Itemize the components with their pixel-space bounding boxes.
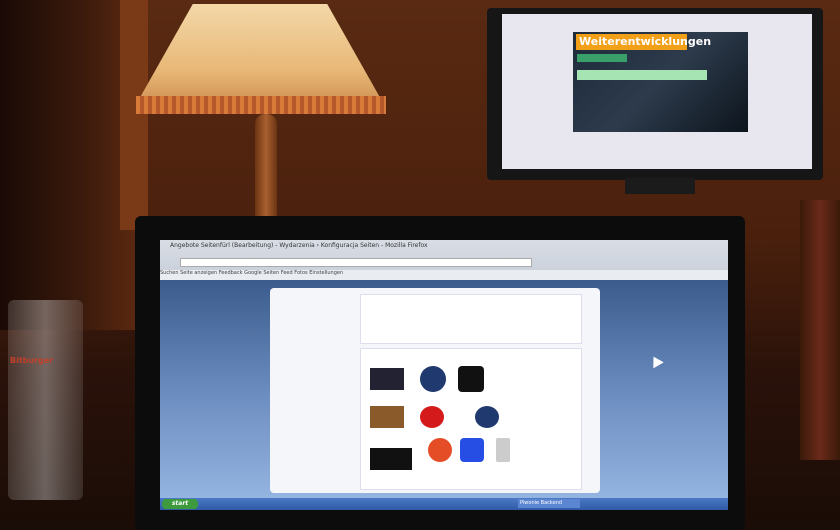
- monitor-banner-bar-2: [577, 70, 707, 80]
- taskbar-tab[interactable]: Piwonie Backend: [518, 499, 580, 508]
- monitor-stand: [625, 178, 695, 194]
- flower-icon-2[interactable]: [475, 406, 499, 428]
- beer-glass: [8, 300, 83, 500]
- start-button[interactable]: start: [162, 499, 198, 509]
- browser-title: Angebote Seitenfürl (Bearbeitung) - Wyda…: [170, 242, 428, 249]
- css3-icon[interactable]: [460, 438, 484, 462]
- glass-label: Bitburger: [10, 356, 54, 365]
- bookmarks-bar: Suchen Seite anzeigen Feedback Google Se…: [160, 270, 728, 280]
- monitor-banner-title: Weiterentwicklungen: [576, 34, 711, 50]
- web-page: [270, 288, 600, 493]
- laptop-screen: Angebote Seitenfürl (Bearbeitung) - Wyda…: [160, 240, 728, 510]
- flower-icon[interactable]: [420, 366, 446, 392]
- image-thumbnail[interactable]: [370, 368, 404, 390]
- app-icon[interactable]: [458, 366, 484, 392]
- browser-chrome: Angebote Seitenfürl (Bearbeitung) - Wyda…: [160, 240, 728, 280]
- lamp-fringe: [136, 96, 386, 114]
- phone-icon[interactable]: [496, 438, 510, 462]
- html5-icon[interactable]: [428, 438, 452, 462]
- taskbar: start Piwonie Backend: [160, 498, 728, 510]
- bottle: [800, 200, 840, 460]
- monitor-banner-bar: [577, 54, 627, 62]
- url-bar[interactable]: [180, 258, 532, 267]
- lamp-stem: [255, 114, 277, 224]
- photo-thumbnail[interactable]: [370, 406, 404, 428]
- door: [0, 0, 135, 330]
- red-logo-icon[interactable]: [420, 406, 444, 428]
- dark-thumbnail[interactable]: [370, 448, 412, 470]
- page-header-card: [360, 294, 582, 344]
- door-frame: [120, 0, 148, 230]
